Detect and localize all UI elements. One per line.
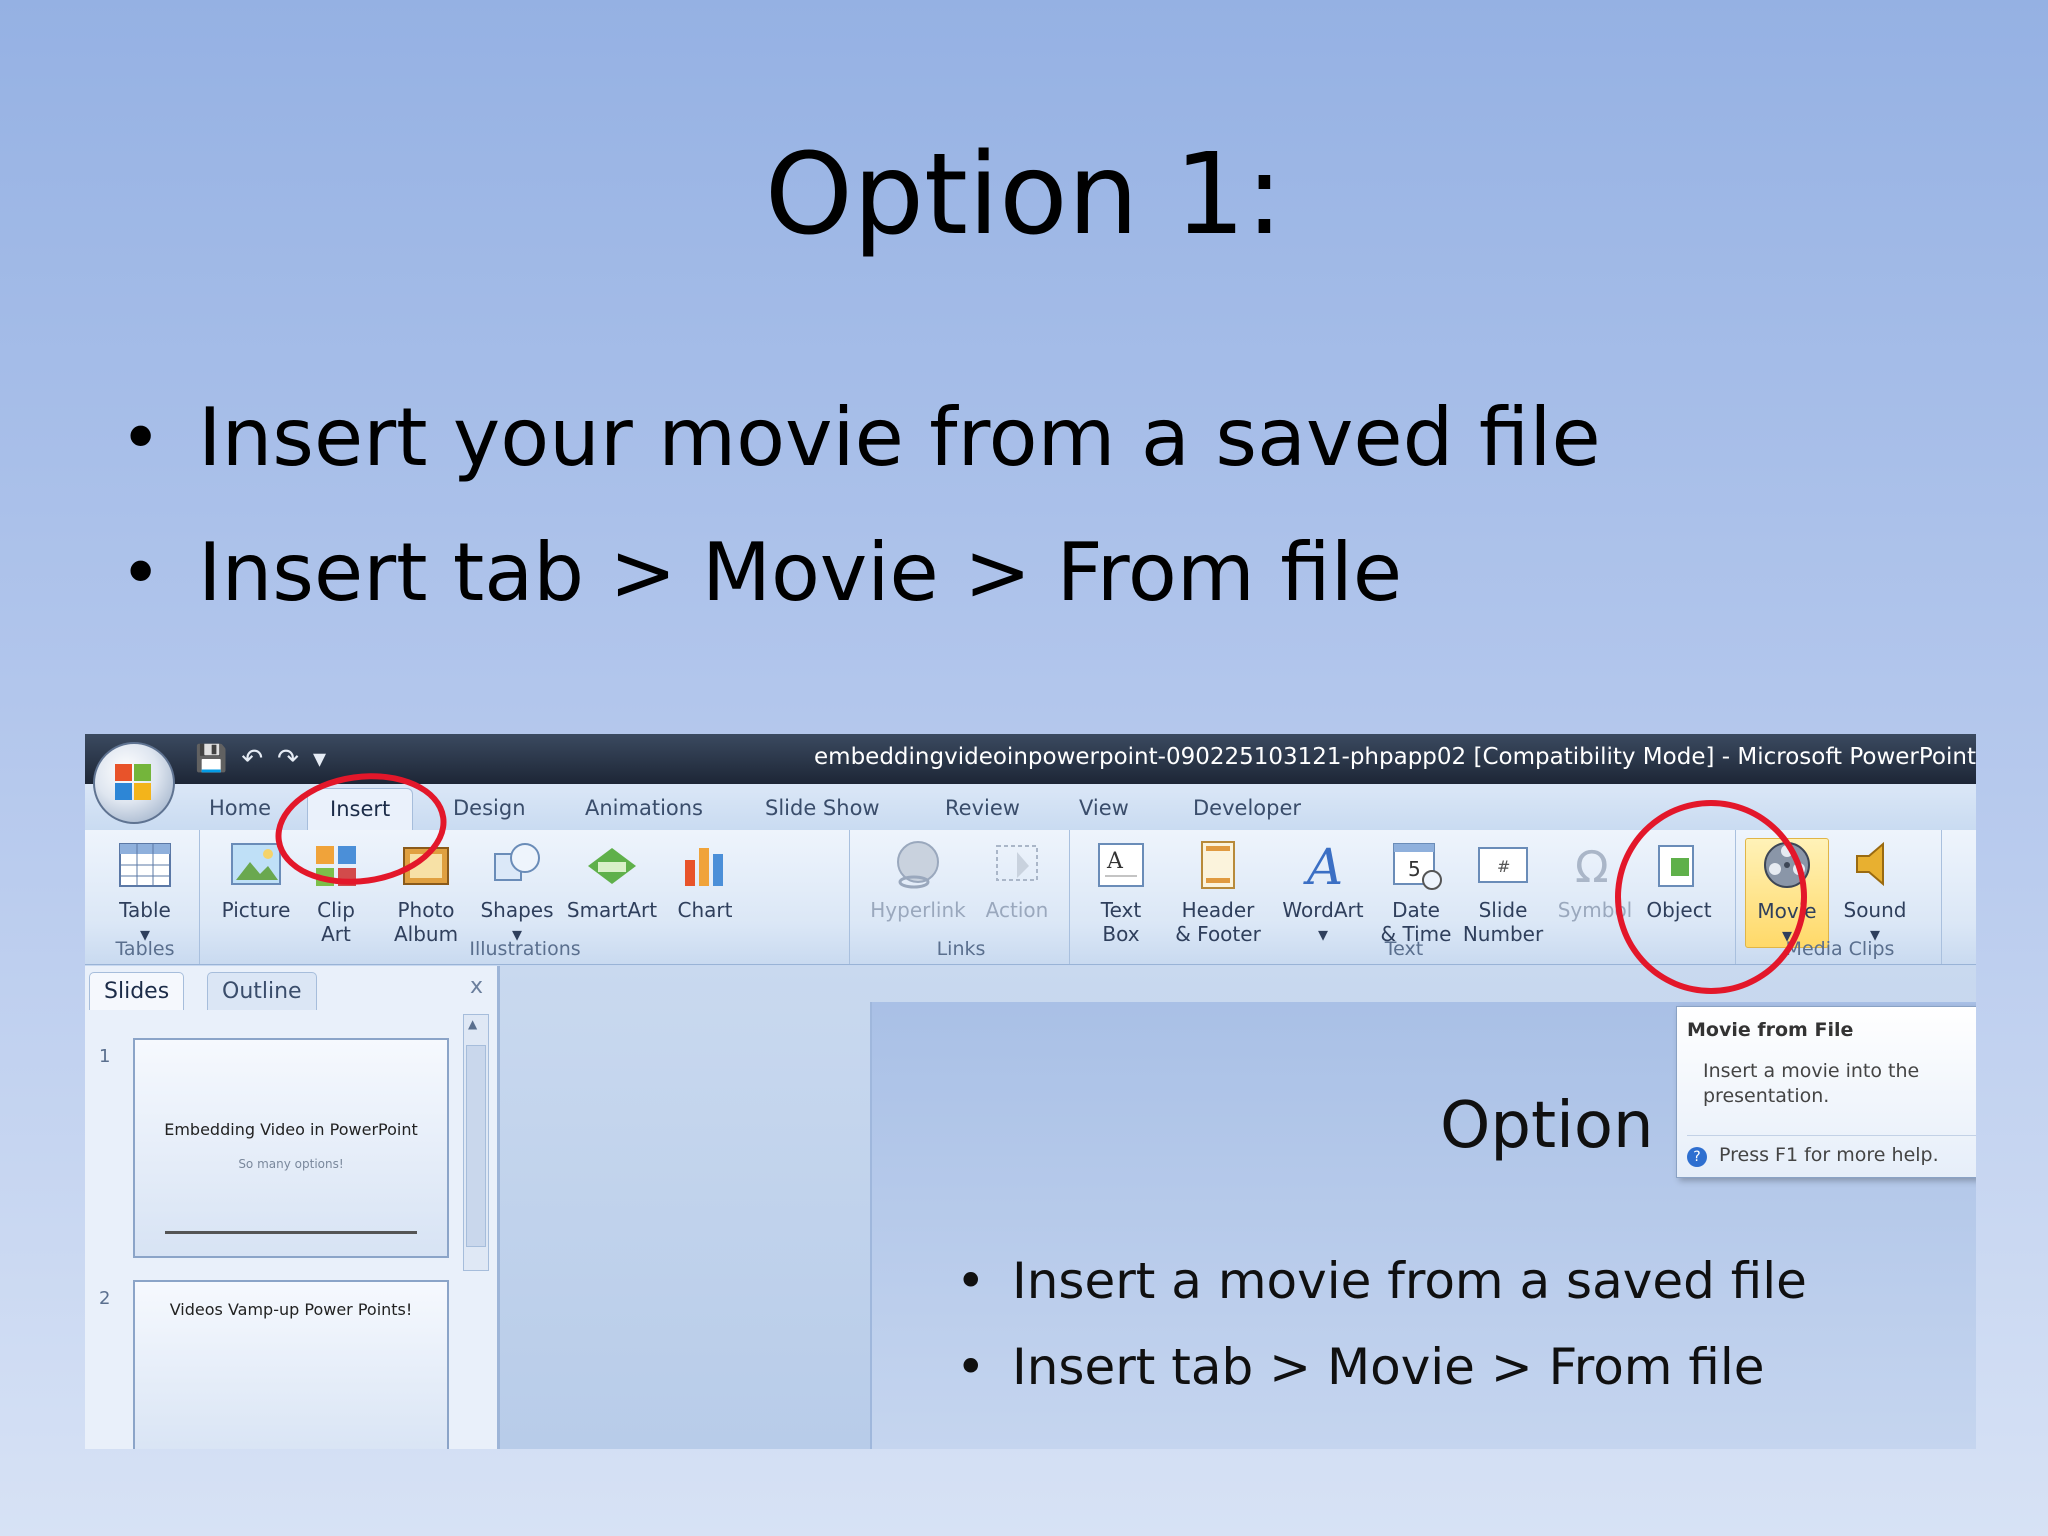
group-text: A Text Box Header & Footer A WordArt ▾ 5 … — [1073, 830, 1736, 964]
ribbon: Table ▾ Tables Picture Clip Art Photo Alb… — [85, 830, 1976, 965]
slide-number-icon: # — [1475, 838, 1531, 892]
thumbnail-footer-line — [165, 1231, 417, 1234]
action-icon — [989, 838, 1045, 892]
shapes-icon — [489, 838, 545, 892]
svg-text:A: A — [1303, 838, 1343, 892]
smartart-button[interactable]: SmartArt — [565, 838, 659, 922]
tab-developer[interactable]: Developer — [1193, 796, 1301, 820]
film-reel-icon — [1759, 839, 1815, 893]
omega-icon: Ω — [1567, 838, 1623, 893]
tooltip-help: ? Press F1 for more help. — [1687, 1135, 1976, 1167]
slide-title: Option 1: — [764, 130, 1284, 260]
thumbnail-subtitle: So many options! — [238, 1157, 344, 1171]
calendar-icon: 5 — [1388, 838, 1444, 892]
scroll-up-icon[interactable]: ▲ — [468, 1017, 477, 1031]
tab-animations[interactable]: Animations — [585, 796, 703, 820]
table-button[interactable]: Table ▾ — [109, 838, 181, 946]
text-box-button[interactable]: A Text Box — [1081, 838, 1161, 946]
object-button[interactable]: Object — [1639, 838, 1719, 922]
slide-number-button[interactable]: # Slide Number — [1459, 838, 1547, 946]
quick-access-toolbar: 💾 ↶ ↷ ▾ — [195, 744, 326, 774]
slide-bullet: • Insert tab > Movie > From file — [120, 526, 1403, 619]
photo-album-icon — [398, 838, 454, 892]
speaker-icon — [1847, 838, 1903, 892]
object-icon — [1651, 838, 1707, 892]
group-tables: Table ▾ Tables — [91, 830, 200, 964]
shapes-button[interactable]: Shapes ▾ — [477, 838, 557, 946]
tooltip-title: Movie from File — [1687, 1019, 1854, 1041]
group-illustrations: Picture Clip Art Photo Album Shapes ▾ Sma… — [201, 830, 850, 964]
group-label-links: Links — [936, 938, 986, 960]
clip-art-icon — [308, 838, 364, 892]
chart-button[interactable]: Chart — [665, 838, 745, 922]
window-title: embeddingvideoinpowerpoint-090225103121-… — [814, 744, 1976, 770]
svg-text:#: # — [1497, 857, 1510, 876]
powerpoint-screenshot: 💾 ↶ ↷ ▾ embeddingvideoinpowerpoint-09022… — [85, 734, 1976, 1449]
slide-thumbnail-1[interactable]: Embedding Video in PowerPoint So many op… — [133, 1038, 449, 1258]
inner-bullet: • Insert a movie from a saved file — [956, 1252, 1807, 1310]
group-label-media: Media Clips — [1785, 938, 1895, 960]
tab-design[interactable]: Design — [453, 796, 526, 820]
svg-text:Ω: Ω — [1575, 842, 1609, 892]
tab-insert[interactable]: Insert — [307, 788, 414, 831]
office-button[interactable] — [93, 742, 175, 824]
inner-bullet: • Insert tab > Movie > From file — [956, 1338, 1765, 1396]
globe-icon — [890, 838, 946, 892]
text-box-icon: A — [1093, 838, 1149, 892]
date-time-button[interactable]: 5 Date & Time — [1379, 838, 1453, 946]
redo-icon[interactable]: ↷ — [277, 744, 299, 774]
customize-qat-icon[interactable]: ▾ — [313, 744, 326, 774]
help-icon: ? — [1687, 1147, 1707, 1167]
chart-icon — [677, 838, 733, 892]
slides-panel: Slides Outline x ▲ 1 Embedding Video in … — [85, 966, 500, 1449]
group-label-text: Text — [1384, 938, 1424, 960]
tab-slide-show[interactable]: Slide Show — [765, 796, 880, 820]
hyperlink-button[interactable]: Hyperlink — [863, 838, 973, 922]
office-logo-icon — [115, 764, 153, 802]
tab-view[interactable]: View — [1079, 796, 1129, 820]
slide-bullet: • Insert your movie from a saved file — [120, 391, 1601, 484]
title-bar: 💾 ↶ ↷ ▾ embeddingvideoinpowerpoint-09022… — [85, 734, 1976, 784]
picture-icon — [228, 838, 284, 892]
table-icon — [117, 838, 173, 892]
header-footer-button[interactable]: Header & Footer — [1167, 838, 1269, 946]
movie-button[interactable]: Movie ▾ — [1745, 838, 1829, 948]
thumbnail-title: Videos Vamp-up Power Points! — [169, 1300, 413, 1319]
movie-tooltip: Movie from File Insert a movie into the … — [1676, 1006, 1976, 1178]
thumbnail-number: 1 — [99, 1046, 111, 1067]
close-panel-icon[interactable]: x — [470, 974, 483, 999]
group-links: Hyperlink Action Links — [853, 830, 1070, 964]
svg-text:5: 5 — [1408, 857, 1421, 881]
group-label-illustrations: Illustrations — [469, 938, 581, 960]
photo-album-button[interactable]: Photo Album — [381, 838, 471, 946]
save-icon[interactable]: 💾 — [195, 744, 227, 774]
undo-icon[interactable]: ↶ — [241, 744, 263, 774]
group-label-tables: Tables — [115, 938, 175, 960]
action-button[interactable]: Action — [977, 838, 1057, 922]
picture-button[interactable]: Picture — [221, 838, 291, 922]
panel-scrollbar[interactable]: ▲ — [463, 1014, 489, 1271]
tab-slides[interactable]: Slides — [89, 972, 185, 1010]
svg-text:A: A — [1106, 849, 1124, 874]
tab-outline[interactable]: Outline — [207, 972, 317, 1010]
header-footer-icon — [1190, 838, 1246, 892]
tooltip-body: Insert a movie into the presentation. — [1703, 1060, 1920, 1107]
tab-home[interactable]: Home — [209, 796, 271, 820]
thumbnail-number: 2 — [99, 1288, 111, 1309]
wordart-button[interactable]: A WordArt ▾ — [1277, 838, 1369, 946]
clip-art-button[interactable]: Clip Art — [301, 838, 371, 946]
symbol-button[interactable]: Ω Symbol — [1557, 838, 1633, 922]
slide-thumbnail-2[interactable]: Videos Vamp-up Power Points! — [133, 1280, 449, 1449]
tab-review[interactable]: Review — [945, 796, 1020, 820]
sound-button[interactable]: Sound ▾ — [1835, 838, 1915, 946]
ribbon-tabs: Home Insert Design Animations Slide Show… — [85, 784, 1976, 831]
smartart-icon — [584, 838, 640, 892]
slide-bullet-list: • Insert your movie from a saved file • In… — [120, 370, 1601, 640]
wordart-icon: A — [1295, 838, 1351, 896]
thumbnail-title: Embedding Video in PowerPoint — [164, 1120, 418, 1139]
group-media-clips: Movie ▾ Sound ▾ Media Clips — [1739, 830, 1942, 964]
scrollbar-thumb[interactable] — [466, 1045, 486, 1247]
